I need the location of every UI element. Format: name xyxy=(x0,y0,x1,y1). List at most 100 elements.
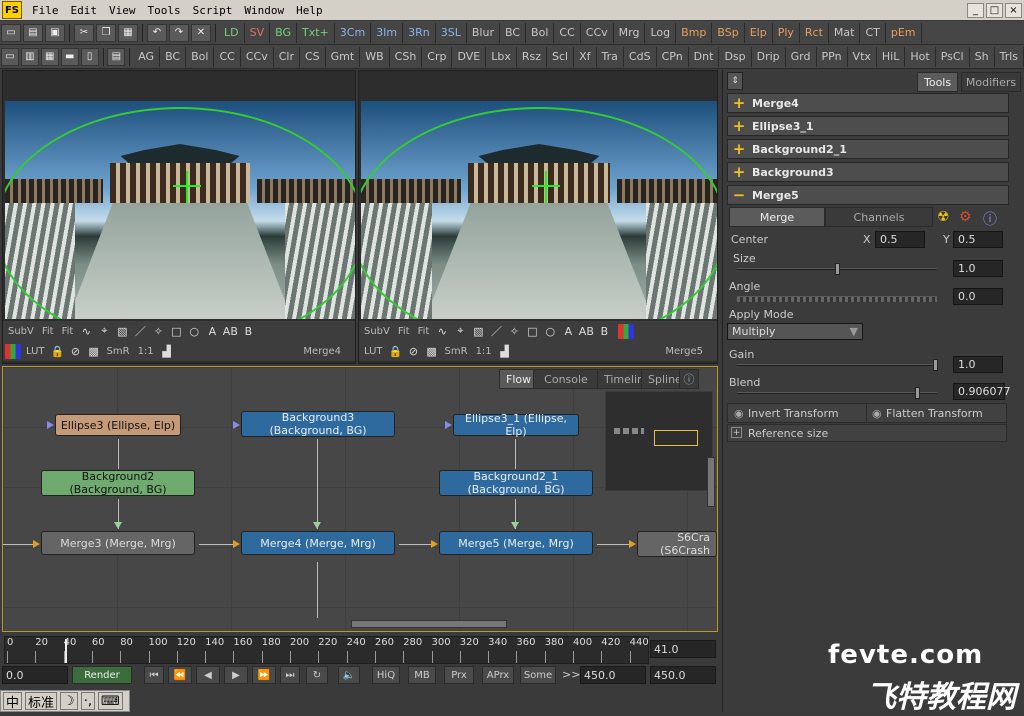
gain-slider[interactable] xyxy=(737,364,937,366)
tool-pscl-button[interactable]: PsCl xyxy=(936,46,970,67)
tool-bsp-button[interactable]: BSp xyxy=(712,22,745,43)
tool-3cm-button[interactable]: 3Cm xyxy=(335,22,372,43)
ime-keyboard-icon[interactable]: ⌨ xyxy=(97,692,123,710)
tool-mat-button[interactable]: Mat xyxy=(829,22,861,43)
node-ellipse3[interactable]: Ellipse3 (Ellipse, Elp) xyxy=(55,414,181,436)
gain-slider-thumb[interactable] xyxy=(933,359,938,371)
close-button[interactable]: × xyxy=(1005,2,1022,18)
view-ab-button[interactable]: AB xyxy=(222,324,238,339)
node-background2[interactable]: Background2 (Background, BG) xyxy=(41,470,195,496)
expand-icon[interactable]: + xyxy=(731,427,742,438)
paint-brush-icon[interactable]: ／ xyxy=(132,324,148,339)
step-forward-icon[interactable]: ⏩ xyxy=(252,666,276,684)
tool-rsz-button[interactable]: Rsz xyxy=(517,46,548,67)
tool-cc-button[interactable]: CC xyxy=(214,46,241,67)
paint-brush-icon[interactable]: ／ xyxy=(488,324,504,339)
tool-vtx-button[interactable]: Vtx xyxy=(848,46,877,67)
render-button[interactable]: Render xyxy=(72,666,132,684)
tool-mrg-button[interactable]: Mrg xyxy=(614,22,646,43)
tool-trls-button[interactable]: Trls xyxy=(995,46,1024,67)
start-time-field[interactable]: 0.0 xyxy=(2,666,68,684)
roi-icon[interactable]: ⊘ xyxy=(406,344,422,359)
ime-moon-icon[interactable]: ☽ xyxy=(60,692,78,710)
tool-clr-button[interactable]: Clr xyxy=(274,46,300,67)
tool-dnt-button[interactable]: Dnt xyxy=(689,46,720,67)
tool-txt-button[interactable]: Txt+ xyxy=(297,22,335,43)
layout-split-icon[interactable]: ▥ xyxy=(20,47,39,66)
go-start-icon[interactable]: ⏮ xyxy=(144,666,164,684)
tool-grd-button[interactable]: Grd xyxy=(786,46,817,67)
apply-mode-select[interactable]: Multiply ▼ xyxy=(727,323,863,340)
paste-icon[interactable]: ▦ xyxy=(118,23,138,42)
node-background2-1[interactable]: Background2_1 (Background, BG) xyxy=(439,470,593,496)
menu-view[interactable]: View xyxy=(103,4,142,17)
audio-icon[interactable]: 🔈 xyxy=(338,666,360,684)
tool-xf-button[interactable]: Xf xyxy=(574,46,597,67)
center-y-field[interactable]: 0.5 xyxy=(953,231,1003,248)
tool-hot-button[interactable]: Hot xyxy=(905,46,936,67)
color-channels-icon[interactable] xyxy=(618,323,635,339)
menu-script[interactable]: Script xyxy=(187,4,239,17)
flow-view[interactable]: Flow Console Timeline Spline ⓘ Ellipse3 … xyxy=(2,366,718,632)
blend-slider[interactable] xyxy=(737,392,937,394)
view-a-button[interactable]: A xyxy=(204,324,220,339)
lock-icon[interactable]: 🔒 xyxy=(50,344,66,359)
prx-button[interactable]: Prx xyxy=(444,666,474,684)
layout-quad-icon[interactable]: ▦ xyxy=(40,47,59,66)
node-merge5[interactable]: Merge5 (Merge, Mrg) xyxy=(439,531,593,555)
tool-csh-button[interactable]: CSh xyxy=(390,46,423,67)
node-s6crash[interactable]: S6Cra (S6Crash xyxy=(637,531,717,557)
checker-icon[interactable]: ▩ xyxy=(86,344,102,359)
circle-icon[interactable]: ○ xyxy=(542,324,558,339)
spline-icon[interactable]: ∿ xyxy=(434,324,450,339)
tab-console[interactable]: Console xyxy=(533,369,599,389)
tool-rct-button[interactable]: Rct xyxy=(800,22,829,43)
subtab-channels[interactable]: Channels xyxy=(825,207,933,227)
tool-lbx-button[interactable]: Lbx xyxy=(486,46,517,67)
tool-ld-button[interactable]: LD xyxy=(219,22,245,43)
center-x-field[interactable]: 0.5 xyxy=(875,231,925,248)
menu-help[interactable]: Help xyxy=(290,4,329,17)
info-icon[interactable]: ⓘ xyxy=(983,209,997,229)
tool-bmp-button[interactable]: Bmp xyxy=(676,22,713,43)
tool-drip-button[interactable]: Drip xyxy=(752,46,786,67)
tool-scl-button[interactable]: Scl xyxy=(547,46,575,67)
viewer-right-image[interactable] xyxy=(361,101,717,319)
info-icon[interactable]: ⓘ xyxy=(679,369,699,389)
subview-button[interactable]: SubV xyxy=(5,323,37,339)
viewer-right[interactable]: SubV Fit Fit ∿ ⌖ ▧ ／ ✧ □ ○ A AB B LUT 🔒 … xyxy=(358,70,718,364)
angle-dial[interactable] xyxy=(737,296,937,302)
tool-ply-button[interactable]: Ply xyxy=(773,22,800,43)
playhead[interactable] xyxy=(65,639,67,663)
bins-icon[interactable]: ▤ xyxy=(107,47,126,66)
cut-icon[interactable]: ✂ xyxy=(74,23,94,42)
tool-3im-button[interactable]: 3Im xyxy=(371,22,404,43)
layout-side-icon[interactable]: ▯ xyxy=(80,47,99,66)
wand-icon[interactable]: ✧ xyxy=(150,324,166,339)
open-folder-icon[interactable]: ▤ xyxy=(23,23,43,42)
blend-slider-thumb[interactable] xyxy=(914,387,920,399)
tool-cpn-button[interactable]: CPn xyxy=(657,46,689,67)
viewer-left-image[interactable] xyxy=(5,101,355,319)
tool-ccv-button[interactable]: CCv xyxy=(581,22,614,43)
play-icon[interactable]: ▶ xyxy=(224,666,248,684)
smr-button[interactable]: SmR xyxy=(104,343,133,359)
tool-bc-button[interactable]: BC xyxy=(160,46,187,67)
view-b-button[interactable]: B xyxy=(240,324,256,339)
size-field[interactable]: 1.0 xyxy=(953,260,1003,277)
gear-icon[interactable]: ⚙ xyxy=(959,209,972,225)
tool-3rn-button[interactable]: 3Rn xyxy=(403,22,436,43)
tool-crp-button[interactable]: Crp xyxy=(422,46,453,67)
mb-button[interactable]: MB xyxy=(408,666,436,684)
flatten-transform-checkbox[interactable]: ◉ xyxy=(872,407,882,420)
layout-single-icon[interactable]: ▭ xyxy=(1,47,19,66)
aprx-button[interactable]: APrx xyxy=(482,666,514,684)
play-reverse-icon[interactable]: ◀ xyxy=(196,666,220,684)
tool-dsp-button[interactable]: Dsp xyxy=(719,46,752,67)
roi-icon[interactable]: ⊘ xyxy=(68,344,84,359)
tool-header-background3[interactable]: + Background3 xyxy=(727,162,1009,182)
restore-button[interactable]: □ xyxy=(986,2,1003,18)
ime-punct-icon[interactable]: ·, xyxy=(80,692,95,710)
ratio-button[interactable]: 1:1 xyxy=(473,343,495,359)
menu-edit[interactable]: Edit xyxy=(65,4,104,17)
